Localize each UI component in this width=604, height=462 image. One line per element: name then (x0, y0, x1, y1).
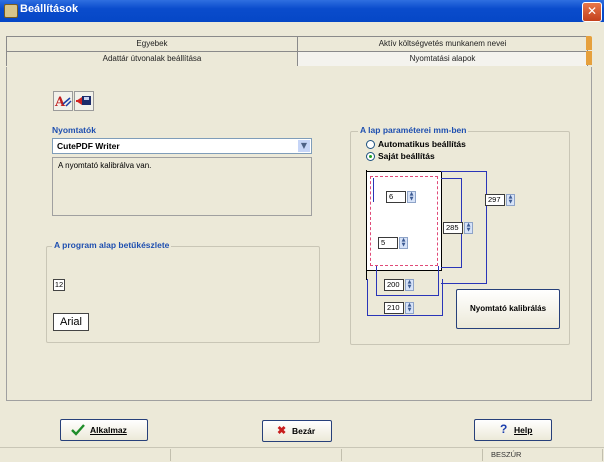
tab-accent (586, 36, 592, 50)
window-title: Beállítások (20, 3, 79, 15)
radio-custom[interactable] (366, 152, 375, 161)
tab-adattar-utvonalak[interactable]: Adattár útvonalak beállítása (6, 51, 298, 66)
printer-status-text: A nyomtató kalibrálva van. (52, 157, 312, 216)
left-margin-input[interactable]: 5 (378, 237, 398, 249)
connector-line (367, 279, 368, 315)
chevron-down-icon[interactable]: ▼ (298, 140, 310, 152)
page-width-input[interactable]: 210 (384, 302, 404, 314)
status-insert-mode: BESZÚR (483, 449, 603, 461)
font-name-button[interactable]: Arial (53, 313, 89, 331)
connector-line (441, 178, 461, 179)
print-width-input[interactable]: 200 (384, 279, 404, 291)
page-height-input[interactable]: 297 (485, 194, 505, 206)
connector-line (441, 267, 461, 268)
connector-line (441, 171, 486, 172)
status-bar: BESZÚR (0, 447, 604, 462)
print-width-spinner[interactable]: ▲ ▼ (405, 279, 414, 291)
connector-line (442, 279, 443, 315)
connector-line (373, 178, 374, 202)
font-size-button[interactable]: 12 (53, 279, 65, 291)
status-cell (0, 449, 171, 461)
margin-line (366, 170, 367, 280)
x-icon: ✖ (277, 425, 287, 437)
page-width-spinner[interactable]: ▲ ▼ (405, 302, 414, 314)
calibrate-printer-button[interactable]: Nyomtató kalibrálás (456, 289, 560, 329)
top-margin-input[interactable]: 6 (386, 191, 406, 203)
status-cell (342, 449, 483, 461)
status-cell (171, 449, 342, 461)
tab-munkanem-nevei[interactable]: Aktív költségvetés munkanem nevei (297, 36, 588, 51)
apply-button-label: Alkalmaz (90, 425, 127, 435)
font-group-title: A program alap betűkészlete (52, 240, 172, 250)
close-button[interactable]: ✖ Bezár (262, 420, 332, 442)
print-height-spinner[interactable]: ▲ ▼ (464, 222, 473, 234)
connector-line (486, 171, 487, 284)
top-margin-spinner[interactable]: ▲ ▼ (407, 191, 416, 203)
title-bar (0, 0, 604, 22)
print-height-input[interactable]: 285 (443, 222, 463, 234)
apply-button[interactable]: Alkalmaz (60, 419, 148, 441)
radio-auto[interactable] (366, 140, 375, 149)
printers-group-title: Nyomtatók (52, 125, 96, 135)
close-button-label: Bezár (292, 426, 316, 436)
printer-selected-value: CutePDF Writer (57, 141, 120, 151)
connector-line (441, 283, 486, 284)
font-icon[interactable]: A (53, 91, 73, 111)
printer-exit-icon[interactable] (74, 91, 94, 111)
tab-accent (586, 51, 592, 65)
page-height-spinner[interactable]: ▲ ▼ (506, 194, 515, 206)
left-margin-spinner[interactable]: ▲ ▼ (399, 237, 408, 249)
app-icon (4, 4, 18, 18)
tab-nyomtatasi-alapok[interactable]: Nyomtatási alapok (297, 51, 588, 66)
printer-select[interactable]: CutePDF Writer ▼ (52, 138, 312, 154)
paper-group-title: A lap paraméterei mm-ben (358, 125, 469, 135)
connector-line (376, 266, 377, 296)
connector-line (367, 315, 443, 316)
checkmark-icon (71, 424, 85, 436)
question-icon: ? (500, 422, 508, 436)
radio-custom-label: Saját beállítás (378, 151, 435, 161)
radio-auto-label: Automatikus beállítás (378, 139, 466, 149)
tab-egyebek[interactable]: Egyebek (6, 36, 298, 51)
connector-line (438, 266, 439, 296)
help-button-label: Help (514, 425, 533, 435)
connector-line (376, 295, 439, 296)
print-area-outline (370, 176, 438, 266)
close-window-button[interactable]: ✕ (582, 2, 602, 22)
help-button[interactable]: ? Help (474, 419, 552, 441)
